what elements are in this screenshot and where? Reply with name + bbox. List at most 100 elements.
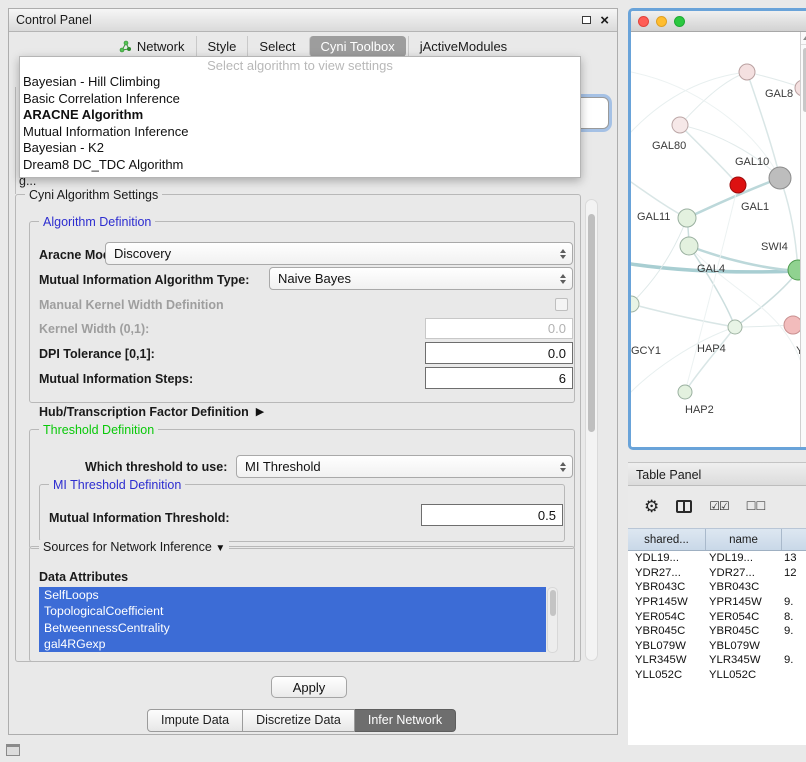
- graph-node[interactable]: [728, 320, 742, 334]
- tab-style[interactable]: Style: [196, 36, 248, 57]
- graph-node[interactable]: [678, 209, 696, 227]
- table-cell: YDL19...: [706, 552, 782, 564]
- minimize-traffic-light[interactable]: [656, 16, 667, 27]
- graph-node[interactable]: [739, 64, 755, 80]
- table-cell: YBR045C: [628, 625, 706, 637]
- attribute-list-scrollbar[interactable]: [547, 587, 558, 653]
- algorithm-option[interactable]: Bayesian - Hill Climbing: [20, 74, 580, 91]
- graph-edge: [631, 304, 735, 327]
- combo-arrows-icon: [554, 274, 572, 284]
- graph-edge: [631, 327, 735, 392]
- graph-node[interactable]: [631, 296, 639, 312]
- column-header[interactable]: shared...: [628, 529, 706, 550]
- graph-node-label: GAL8: [765, 88, 793, 100]
- gear-icon[interactable]: ⚙: [644, 498, 659, 515]
- algorithm-option[interactable]: Bayesian - K2: [20, 140, 580, 157]
- sources-group-title[interactable]: Sources for Network Inference ▼: [39, 540, 229, 554]
- column-header[interactable]: name: [706, 529, 782, 550]
- panel-dock-icon[interactable]: [6, 744, 20, 756]
- graph-edge: [780, 178, 798, 271]
- graph-node[interactable]: [769, 167, 791, 189]
- which-threshold-select[interactable]: MI Threshold: [236, 455, 573, 478]
- attribute-item[interactable]: BetweennessCentrality: [39, 620, 546, 636]
- table-row[interactable]: YDL19...YDL19...13: [628, 551, 806, 566]
- table-row[interactable]: YER054CYER054C8.: [628, 609, 806, 624]
- table-cell: YBR045C: [706, 625, 782, 637]
- bottom-tab-discretize-data[interactable]: Discretize Data: [243, 709, 355, 732]
- algorithm-option[interactable]: ARACNE Algorithm: [20, 107, 580, 124]
- close-icon[interactable]: ×: [600, 13, 609, 28]
- table-row[interactable]: YLL052CYLL052C: [628, 668, 806, 683]
- aracne-mode-select[interactable]: Discovery: [105, 242, 573, 265]
- scroll-up-icon[interactable]: [801, 32, 806, 45]
- table-cell: 9.: [782, 596, 806, 608]
- table-panel-header: Table Panel: [628, 462, 806, 486]
- tab-jactivemodules[interactable]: jActiveModules: [408, 36, 518, 57]
- graph-edge: [680, 125, 738, 185]
- scrollbar-thumb[interactable]: [588, 214, 595, 432]
- mi-threshold-label: Mutual Information Threshold:: [49, 511, 230, 525]
- tab-cyni-toolbox[interactable]: Cyni Toolbox: [309, 36, 406, 57]
- table-row[interactable]: YBL079WYBL079W: [628, 639, 806, 654]
- algorithm-definition-title: Algorithm Definition: [39, 215, 155, 229]
- apply-button[interactable]: Apply: [271, 676, 347, 698]
- dpi-tolerance-input[interactable]: [425, 342, 573, 364]
- network-canvas[interactable]: GAL8GAL80GAL10GAL11GAL1SWI4GAL4GCY1HAP4Y…: [631, 32, 806, 447]
- close-traffic-light[interactable]: [638, 16, 649, 27]
- table-row[interactable]: YDR27...YDR27...12: [628, 566, 806, 581]
- tab-network[interactable]: Network: [108, 36, 196, 57]
- table-row[interactable]: YLR345WYLR345W9.: [628, 653, 806, 668]
- bottom-tab-impute-data[interactable]: Impute Data: [147, 709, 243, 732]
- graph-node-label: GAL1: [741, 201, 769, 213]
- graph-node[interactable]: [730, 177, 746, 193]
- graph-node[interactable]: [784, 316, 801, 334]
- graph-node[interactable]: [680, 237, 698, 255]
- desktop: Control Panel × NetworkStyleSelectCyni T…: [0, 0, 806, 762]
- float-window-icon[interactable]: [582, 16, 591, 24]
- hub-definition-label: Hub/Transcription Factor Definition: [39, 405, 249, 419]
- bottom-tab-infer-network[interactable]: Infer Network: [355, 709, 456, 732]
- algorithm-popup-list: Bayesian - Hill ClimbingBasic Correlatio…: [20, 74, 580, 173]
- network-window-titlebar[interactable]: [631, 11, 806, 32]
- mi-threshold-input[interactable]: [421, 504, 563, 526]
- attribute-item[interactable]: TopologicalCoefficient: [39, 603, 546, 619]
- table-cell: YLR345W: [628, 654, 706, 666]
- hub-definition-toggle[interactable]: Hub/Transcription Factor Definition ▶: [39, 405, 264, 419]
- network-view-window: GAL8GAL80GAL10GAL11GAL1SWI4GAL4GCY1HAP4Y…: [628, 8, 806, 450]
- algorithm-option[interactable]: Basic Correlation Inference: [20, 91, 580, 108]
- graph-node[interactable]: [672, 117, 688, 133]
- tab-select[interactable]: Select: [247, 36, 306, 57]
- algorithm-option[interactable]: Mutual Information Inference: [20, 124, 580, 141]
- table-cell: YER054C: [706, 611, 782, 623]
- table-row[interactable]: YPR145WYPR145W9.: [628, 595, 806, 610]
- settings-scrollbar[interactable]: [585, 199, 598, 661]
- table-panel: Table Panel ⚙ ☑☑ ☐☐ shared...name YDL19.…: [628, 462, 806, 745]
- unselect-all-checks-icon[interactable]: ☐☐: [746, 499, 766, 513]
- algorithm-option[interactable]: Dream8 DC_TDC Algorithm: [20, 157, 580, 174]
- graph-node[interactable]: [678, 385, 692, 399]
- columns-icon[interactable]: [676, 500, 692, 513]
- zoom-traffic-light[interactable]: [674, 16, 685, 27]
- table-cell: YPR145W: [706, 596, 782, 608]
- select-all-checks-icon[interactable]: ☑☑: [709, 499, 729, 513]
- manual-kernel-width-checkbox[interactable]: [555, 298, 568, 311]
- mi-algorithm-type-value: Naive Bayes: [278, 271, 554, 286]
- table-row[interactable]: YBR045CYBR045C9.: [628, 624, 806, 639]
- graph-node-label: HAP2: [685, 404, 714, 416]
- table-panel-title: Table Panel: [636, 468, 701, 482]
- mi-algorithm-type-select[interactable]: Naive Bayes: [269, 267, 573, 290]
- scrollbar-thumb[interactable]: [803, 48, 806, 112]
- table-cell: YDL19...: [628, 552, 706, 564]
- scrollbar-thumb[interactable]: [550, 590, 556, 616]
- network-scrollbar[interactable]: [800, 32, 806, 447]
- table-cell: YDR27...: [628, 567, 706, 579]
- mi-steps-input[interactable]: [425, 367, 573, 389]
- attribute-item[interactable]: SelfLoops: [39, 587, 546, 603]
- graph-node-label: HAP4: [697, 343, 726, 355]
- mi-algorithm-type-label: Mutual Information Algorithm Type:: [39, 273, 249, 287]
- attribute-item[interactable]: gal4RGexp: [39, 636, 546, 652]
- table-row[interactable]: YBR043CYBR043C: [628, 580, 806, 595]
- kernel-width-input[interactable]: [425, 318, 573, 339]
- column-header[interactable]: [782, 529, 806, 550]
- window-controls: ×: [582, 13, 617, 28]
